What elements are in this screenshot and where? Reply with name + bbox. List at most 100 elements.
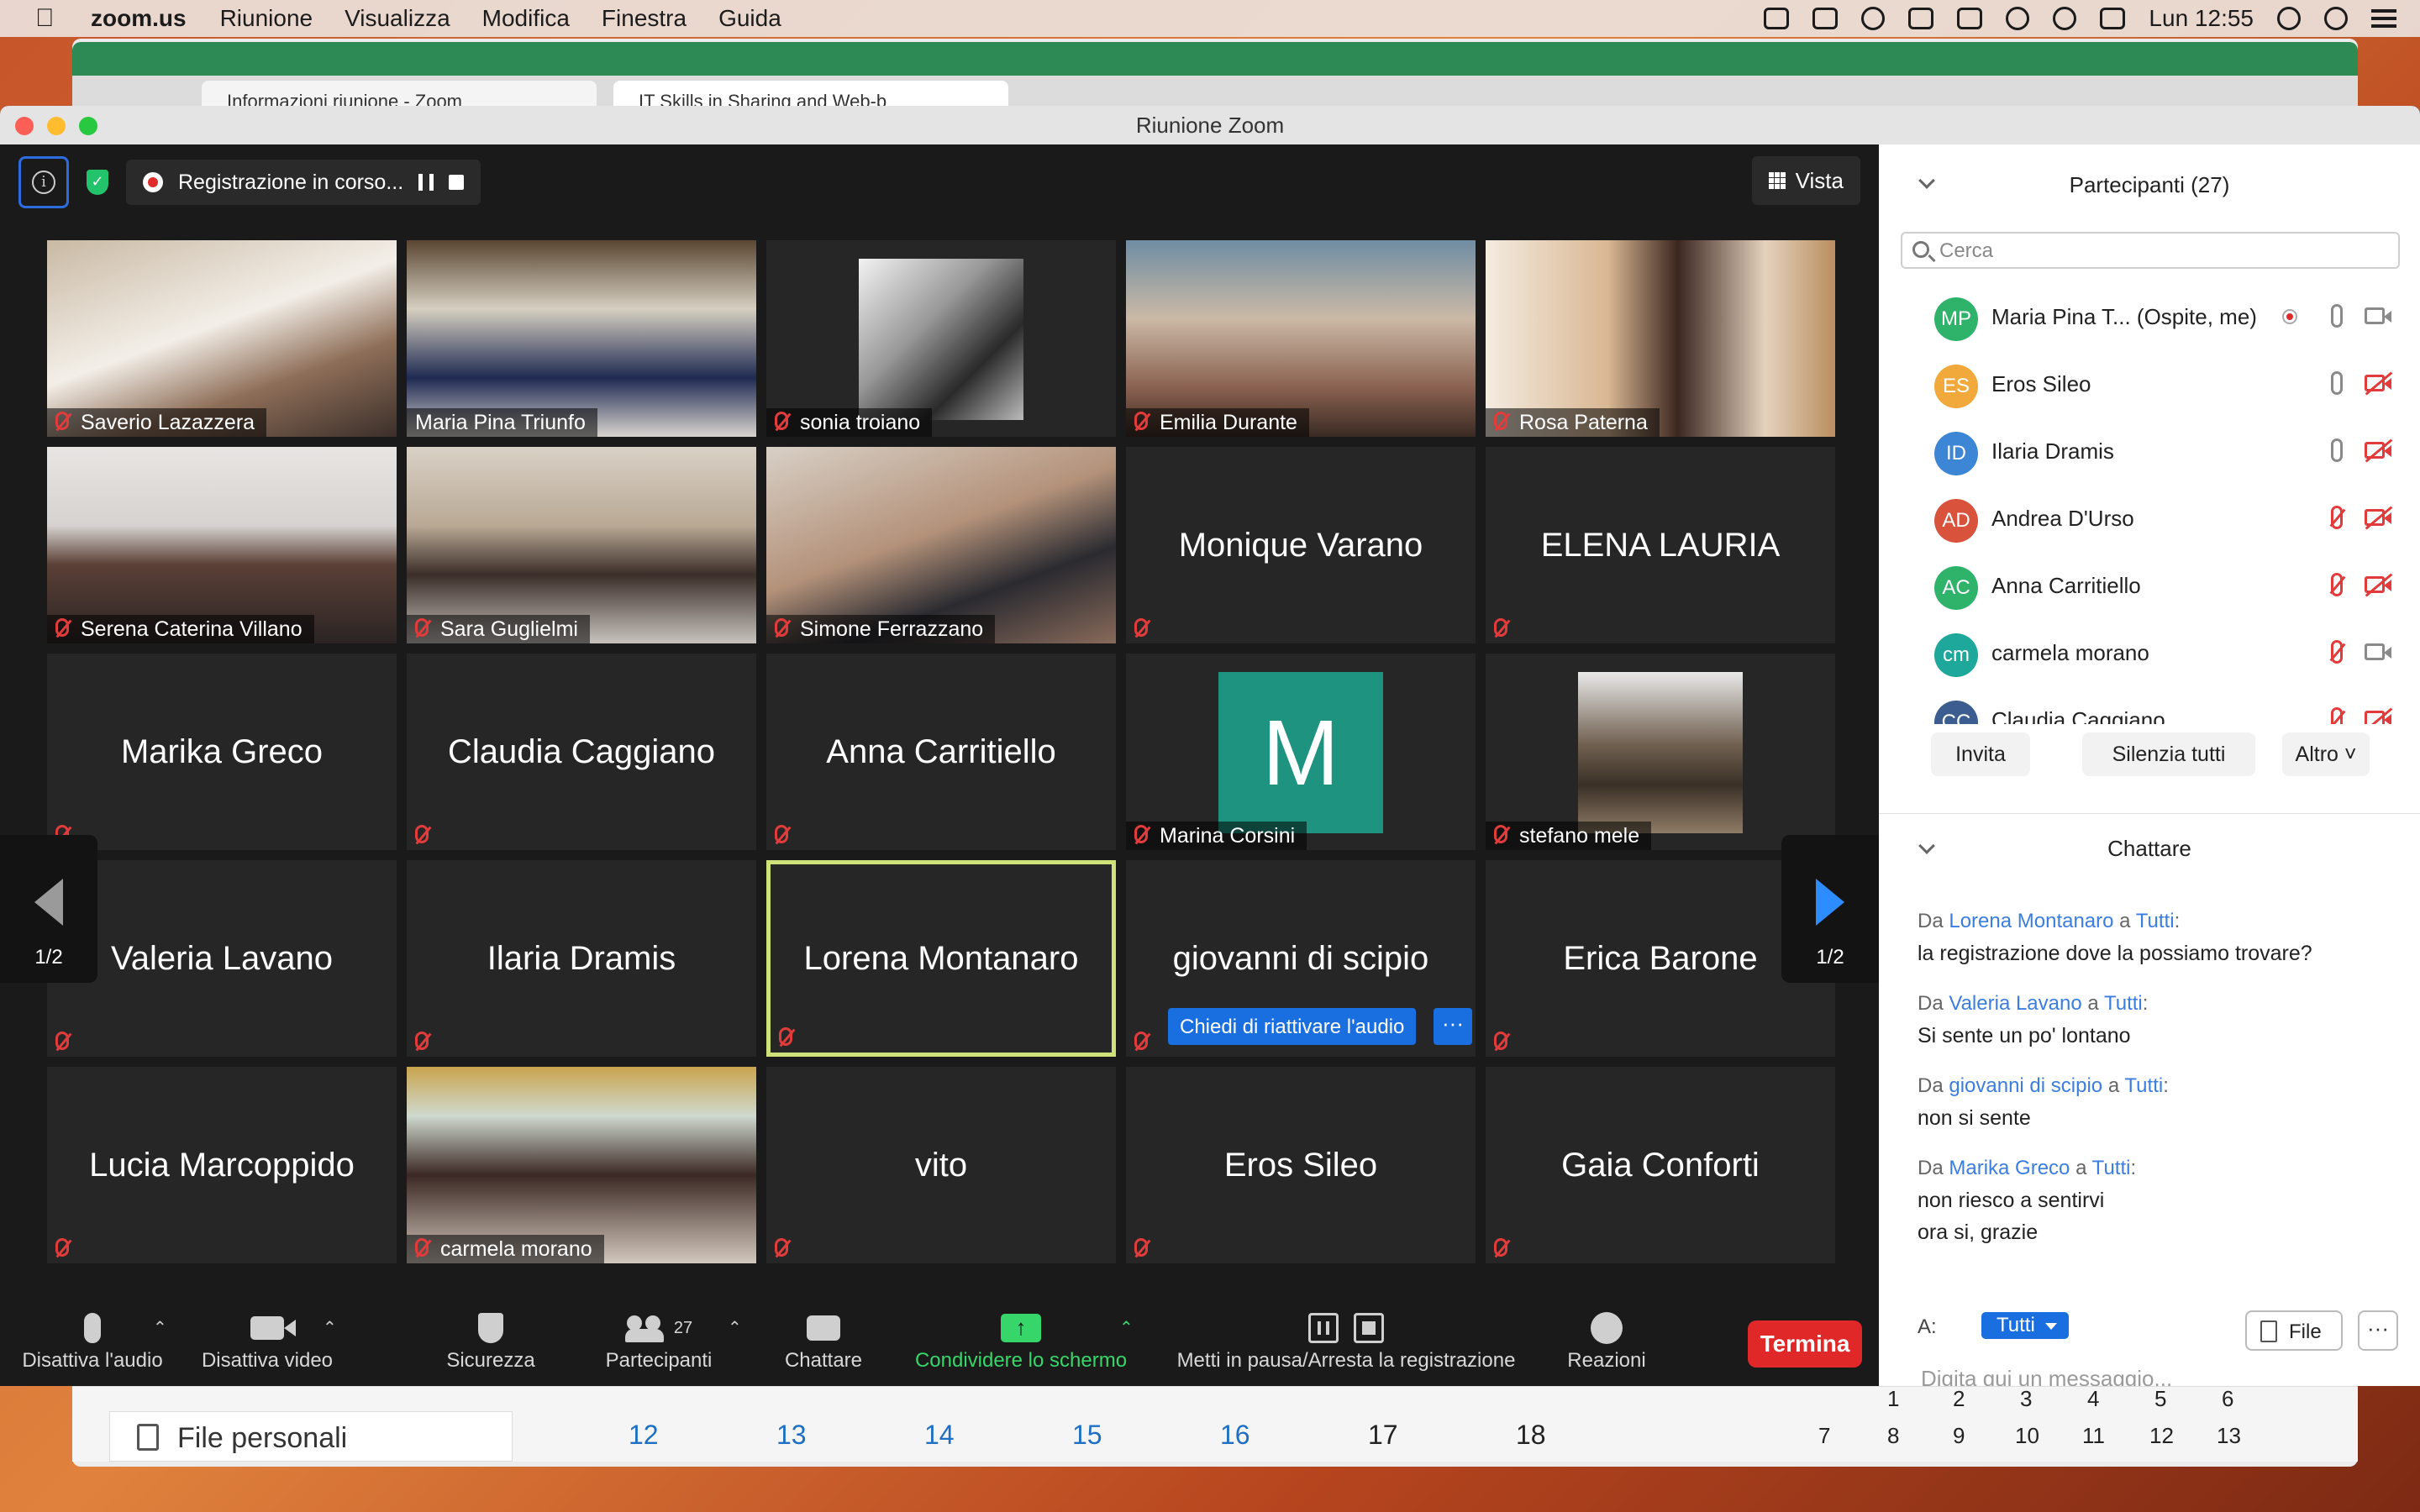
mini-calendar-day[interactable]: 11 <box>2082 1423 2105 1449</box>
pause-recording-icon[interactable] <box>418 174 434 191</box>
pause-stop-recording-button[interactable]: Metti in pausa/Arresta la registrazione <box>1163 1307 1529 1373</box>
siri-icon[interactable] <box>2324 7 2348 30</box>
participant-row[interactable]: ES Eros Sileo <box>1879 349 2420 417</box>
apple-icon[interactable]:  <box>35 4 69 33</box>
fullscreen-window-button[interactable] <box>79 117 97 135</box>
participant-tile[interactable]: Eros Sileo <box>1126 1067 1476 1263</box>
video-off-icon[interactable] <box>2365 442 2391 459</box>
mini-calendar-day[interactable]: 13 <box>2217 1423 2241 1449</box>
chat-sender[interactable]: Valeria Lavano <box>1949 992 2081 1015</box>
participant-search-input[interactable]: Cerca <box>1901 232 2400 269</box>
mini-calendar-day[interactable]: 10 <box>2015 1423 2039 1449</box>
participant-tile[interactable]: Monique Varano <box>1126 447 1476 643</box>
participant-tile[interactable]: Serena Caterina Villano <box>47 447 397 643</box>
video-camera-icon[interactable] <box>2365 307 2391 324</box>
menu-app-name[interactable]: zoom.us <box>91 5 187 32</box>
mini-calendar-day[interactable]: 9 <box>1953 1423 1965 1449</box>
participant-row[interactable]: MP Maria Pina T... (Ospite, me) <box>1879 282 2420 349</box>
participant-tile[interactable]: Lucia Marcoppido <box>47 1067 397 1263</box>
chat-more-button[interactable]: ··· <box>2358 1310 2398 1351</box>
share-options-chevron-icon[interactable]: ⌃ <box>1119 1317 1134 1338</box>
participant-tile[interactable]: carmela morano <box>407 1067 756 1263</box>
mini-calendar-day[interactable]: 8 <box>1887 1423 1899 1449</box>
minimize-window-button[interactable] <box>47 117 66 135</box>
participant-tile[interactable]: Anna Carritiello <box>766 654 1116 850</box>
video-off-icon[interactable] <box>2365 576 2391 593</box>
microphone-icon[interactable] <box>2331 438 2343 462</box>
muted-microphone-icon[interactable] <box>2331 640 2343 664</box>
participant-tile[interactable]: Claudia Caggiano <box>407 654 756 850</box>
chat-recipient-dropdown[interactable]: Tutti <box>1981 1312 2069 1339</box>
mini-calendar-day[interactable]: 12 <box>2149 1423 2174 1449</box>
participant-tile[interactable]: Sara Guglielmi <box>407 447 756 643</box>
chat-message-input[interactable]: Digita qui un messaggio... <box>1921 1366 2172 1386</box>
chat-recipient-name[interactable]: Tutti <box>2124 1074 2163 1097</box>
participant-list[interactable]: MP Maria Pina T... (Ospite, me) ES Eros Sil… <box>1879 282 2420 724</box>
mini-calendar-day[interactable]: 6 <box>2222 1386 2233 1412</box>
invite-button[interactable]: Invita <box>1931 732 2030 776</box>
participant-tile[interactable]: Valeria Lavano <box>47 860 397 1057</box>
participant-tile[interactable]: vito <box>766 1067 1116 1263</box>
chat-button[interactable]: Chattare <box>776 1307 871 1373</box>
muted-microphone-icon[interactable] <box>2331 573 2343 596</box>
menu-visualizza[interactable]: Visualizza <box>345 5 450 32</box>
wifi-icon[interactable] <box>2053 7 2077 30</box>
encryption-button[interactable]: ✓ <box>81 165 114 199</box>
app-tray-icon[interactable] <box>1812 8 1839 29</box>
mute-all-button[interactable]: Silenzia tutti <box>2082 732 2255 776</box>
video-options-chevron-icon[interactable]: ⌃ <box>323 1317 337 1338</box>
mini-calendar-day[interactable]: 3 <box>2020 1386 2032 1412</box>
chat-sender[interactable]: Lorena Montanaro <box>1949 910 2113 932</box>
meeting-info-button[interactable]: i <box>18 156 69 208</box>
collapse-chevron-icon[interactable] <box>1918 172 1935 189</box>
mini-calendar-day[interactable]: 7 <box>1818 1423 1830 1449</box>
mini-calendar-day[interactable]: 2 <box>1953 1386 1965 1412</box>
send-file-button[interactable]: File <box>2245 1310 2343 1351</box>
security-button[interactable]: Sicurezza <box>440 1307 541 1373</box>
chat-recipient-name[interactable]: Tutti <box>2092 1157 2131 1179</box>
control-center-icon[interactable] <box>2371 9 2396 28</box>
menu-riunione[interactable]: Riunione <box>220 5 313 32</box>
reactions-button[interactable]: Reazioni <box>1565 1307 1649 1373</box>
participant-row[interactable]: AD Andrea D'Urso <box>1879 484 2420 551</box>
bluetooth-icon[interactable] <box>2006 7 2030 30</box>
audio-options-chevron-icon[interactable]: ⌃ <box>153 1317 167 1338</box>
menubar-clock[interactable]: Lun 12:55 <box>2149 5 2254 32</box>
calendar-day[interactable]: 12 <box>629 1420 659 1451</box>
menu-guida[interactable]: Guida <box>718 5 781 32</box>
participant-tile[interactable]: sonia troiano <box>766 240 1116 437</box>
chat-recipient-name[interactable]: Tutti <box>2136 910 2175 932</box>
mini-calendar-day[interactable]: 5 <box>2154 1386 2166 1412</box>
end-meeting-button[interactable]: Termina <box>1748 1320 1862 1368</box>
participant-tile[interactable]: ELENA LAURIA <box>1486 447 1835 643</box>
participant-row[interactable]: ID Ilaria Dramis <box>1879 417 2420 484</box>
chat-recipient-name[interactable]: Tutti <box>2104 992 2143 1015</box>
participant-tile[interactable]: Marika Greco <box>47 654 397 850</box>
previous-page-button[interactable]: 1/2 <box>0 835 97 983</box>
stop-recording-icon[interactable] <box>449 175 465 190</box>
chat-sender[interactable]: giovanni di scipio <box>1949 1074 2102 1097</box>
participant-tile[interactable]: Saverio Lazazzera <box>47 240 397 437</box>
participants-options-chevron-icon[interactable]: ⌃ <box>728 1317 742 1338</box>
stop-video-button[interactable]: Disattiva video <box>195 1307 339 1373</box>
personal-files-link[interactable]: File personali <box>109 1411 513 1462</box>
video-off-icon[interactable] <box>2365 375 2391 391</box>
participant-tile[interactable]: stefano mele <box>1486 654 1835 850</box>
muted-microphone-icon[interactable] <box>2331 506 2343 529</box>
video-off-icon[interactable] <box>2365 509 2391 526</box>
participant-row[interactable]: cm carmela morano <box>1879 618 2420 685</box>
mail-tray-icon[interactable] <box>1908 8 1934 29</box>
ask-to-unmute-button[interactable]: Chiedi di riattivare l'audio <box>1168 1008 1417 1045</box>
menu-modifica[interactable]: Modifica <box>482 5 570 32</box>
participant-tile[interactable]: Rosa Paterna <box>1486 240 1835 437</box>
participant-tile[interactable]: Gaia Conforti <box>1486 1067 1835 1263</box>
participants-button[interactable]: 27 Partecipanti <box>600 1307 718 1373</box>
cloud-tray-icon[interactable] <box>1861 7 1886 30</box>
mute-audio-button[interactable]: Disattiva l'audio <box>17 1307 168 1373</box>
battery-icon[interactable] <box>2100 8 2126 29</box>
mini-calendar-day[interactable]: 1 <box>1887 1386 1899 1412</box>
menu-finestra[interactable]: Finestra <box>602 5 687 32</box>
participant-row[interactable]: CC Claudia Caggiano <box>1879 685 2420 724</box>
calendar-day[interactable]: 17 <box>1368 1420 1398 1451</box>
participant-tile[interactable]: Simone Ferrazzano <box>766 447 1116 643</box>
